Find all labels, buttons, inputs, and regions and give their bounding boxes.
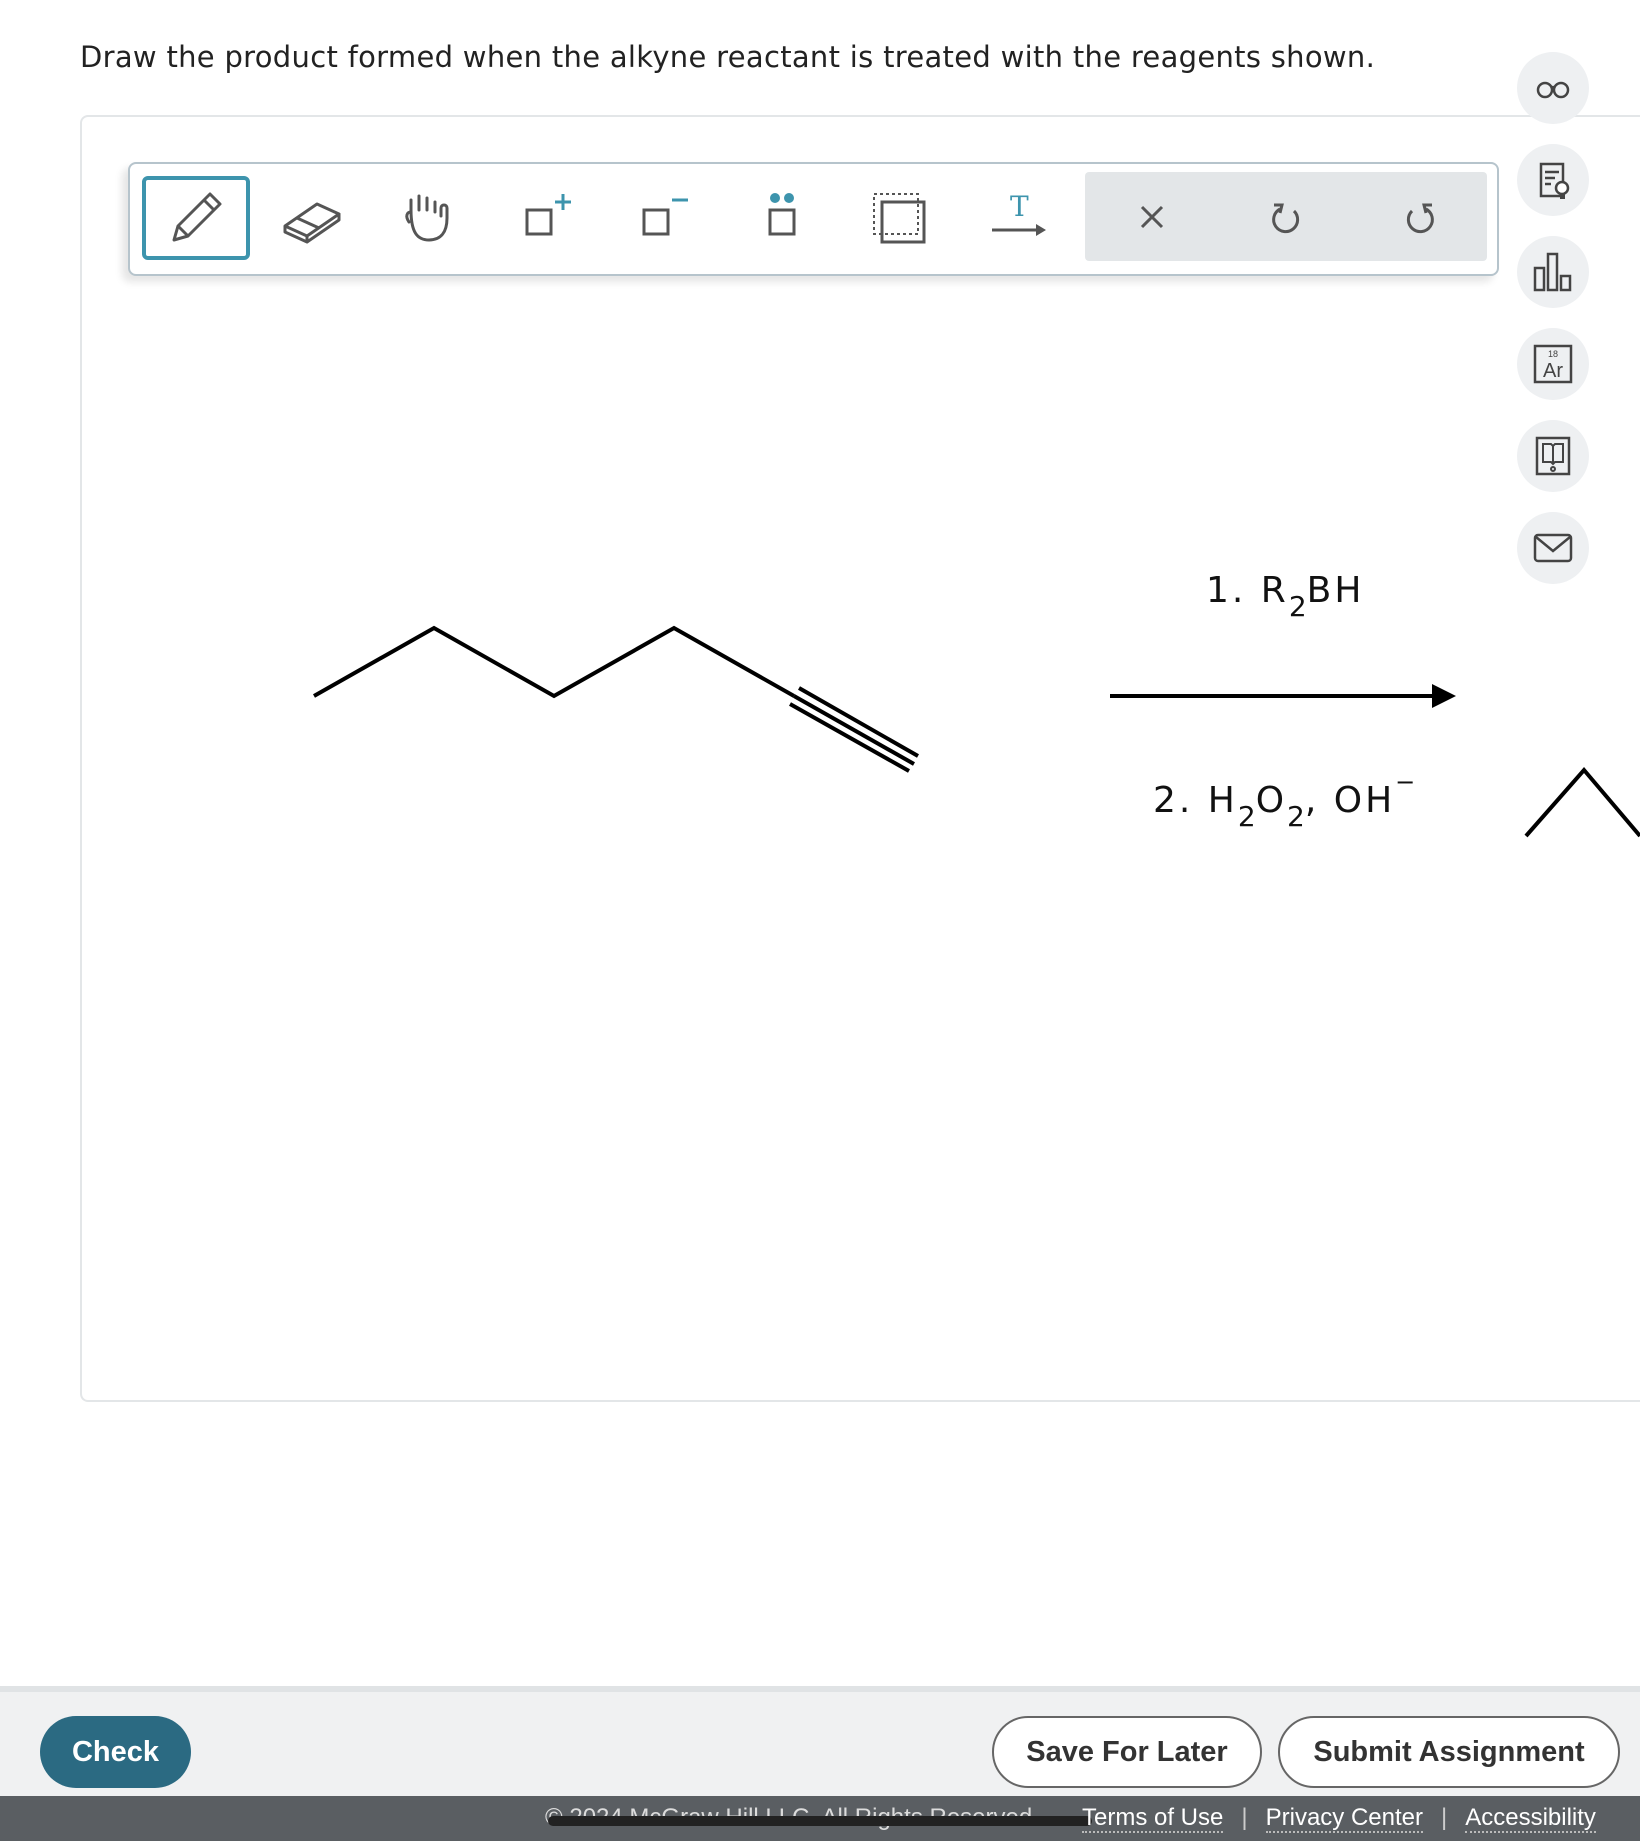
side-button-reference[interactable] xyxy=(1517,144,1589,216)
action-group xyxy=(1085,172,1487,261)
side-button-periodic-table[interactable]: 18 Ar xyxy=(1517,328,1589,400)
accessibility-link[interactable]: Accessibility xyxy=(1465,1804,1596,1833)
select-box-icon xyxy=(873,193,926,244)
reagent-step-2-subscript-2: 2 xyxy=(1287,800,1305,833)
reagent-step-2-mid: O xyxy=(1255,780,1288,821)
glasses-icon xyxy=(1536,81,1570,99)
move-tool[interactable] xyxy=(375,176,483,260)
periodic-table-symbol: Ar xyxy=(1543,360,1563,382)
undo-button[interactable] xyxy=(1219,172,1353,261)
text-arrow-icon: T xyxy=(992,190,1046,236)
reagent-step-1-suffix: BH xyxy=(1306,570,1365,611)
submit-assignment-button[interactable]: Submit Assignment xyxy=(1278,1716,1620,1788)
positive-charge-tool[interactable] xyxy=(493,176,601,260)
drawing-canvas[interactable] xyxy=(80,115,1640,1402)
question-text: Draw the product formed when the alkyne … xyxy=(80,40,1376,74)
reagent-step-2-charge: − xyxy=(1395,768,1416,796)
clear-icon xyxy=(1140,205,1164,228)
text-tool-glyph: T xyxy=(1010,190,1029,223)
side-button-ebook[interactable] xyxy=(1517,420,1589,492)
reagent-step-1-subscript: 2 xyxy=(1288,590,1307,623)
undo-icon xyxy=(1272,203,1300,233)
side-button-accessibility[interactable] xyxy=(1517,52,1589,124)
redo-icon xyxy=(1406,203,1434,233)
clear-button[interactable] xyxy=(1085,172,1219,261)
pencil-tool[interactable] xyxy=(142,176,250,260)
mail-icon xyxy=(1533,533,1573,563)
side-button-data[interactable] xyxy=(1517,236,1589,308)
reagent-step-2-subscript-1: 2 xyxy=(1237,800,1256,833)
reference-icon xyxy=(1539,162,1570,199)
select-tool[interactable] xyxy=(846,176,954,260)
horizontal-scrollbar[interactable] xyxy=(548,1816,1092,1826)
lone-pair-icon xyxy=(768,193,796,236)
hand-icon xyxy=(405,194,449,242)
reagent-step-2-tail: , OH xyxy=(1304,780,1396,821)
legal-separator: | xyxy=(1441,1804,1448,1831)
terms-of-use-link[interactable]: Terms of Use xyxy=(1082,1804,1224,1833)
save-for-later-button[interactable]: Save For Later xyxy=(992,1716,1262,1788)
reagent-step-1: 1. R2BH xyxy=(1206,570,1364,623)
pencil-icon xyxy=(172,192,222,242)
drawing-toolbar: T xyxy=(128,162,1499,276)
legal-links: Terms of Use | Privacy Center | Accessibilit… xyxy=(1082,1804,1596,1833)
lone-pair-tool[interactable] xyxy=(729,176,837,260)
reagent-step-2: 2. H2O2, OH− xyxy=(1153,768,1415,833)
bar-chart-icon xyxy=(1533,252,1572,292)
eraser-icon xyxy=(283,202,341,244)
reagent-step-1-prefix: 1. R xyxy=(1206,570,1289,611)
privacy-center-link[interactable]: Privacy Center xyxy=(1265,1804,1423,1833)
ebook-icon xyxy=(1535,436,1571,476)
check-button[interactable]: Check xyxy=(40,1716,191,1788)
reagent-step-2-prefix: 2. H xyxy=(1153,780,1238,821)
legal-separator: | xyxy=(1241,1804,1248,1831)
periodic-table-icon: 18 Ar xyxy=(1533,344,1573,384)
redo-button[interactable] xyxy=(1353,172,1487,261)
negative-charge-icon xyxy=(642,198,688,236)
legal-bar: © 2024 McGraw Hill LLC. All Rights Reser… xyxy=(0,1796,1640,1841)
periodic-table-number: 18 xyxy=(1548,349,1558,359)
footer-bar: Check Save For Later Submit Assignment xyxy=(0,1686,1640,1802)
eraser-tool[interactable] xyxy=(257,176,365,260)
positive-charge-icon xyxy=(525,194,571,236)
side-button-message[interactable] xyxy=(1517,512,1589,584)
negative-charge-tool[interactable] xyxy=(610,176,718,260)
text-tool[interactable]: T xyxy=(964,176,1072,260)
